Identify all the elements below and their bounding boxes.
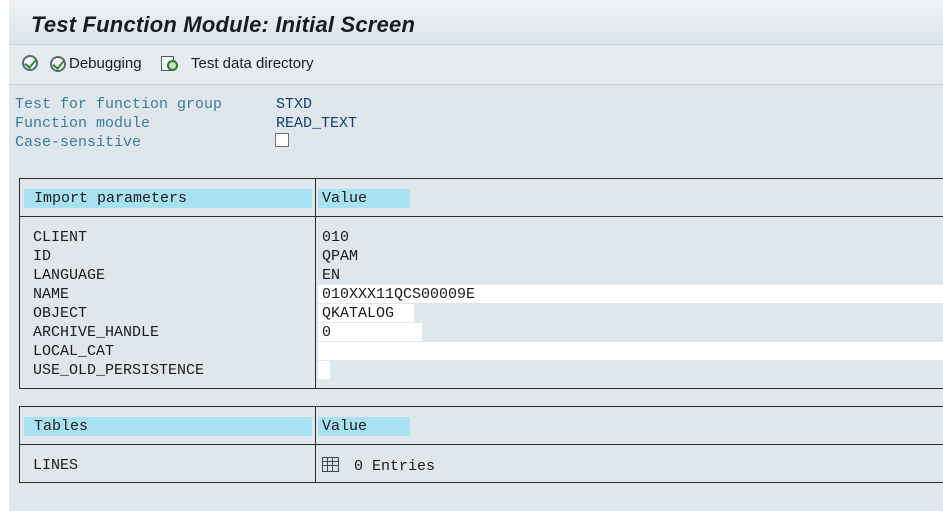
param-value-archive-handle: 0 [322, 324, 332, 341]
param-input-use-old-persistence[interactable] [318, 361, 330, 379]
param-name-local-cat: LOCAL_CAT [33, 343, 115, 360]
table-value-lines[interactable]: 0 Entries [322, 457, 435, 475]
main-content: Test for function group STXD Function mo… [9, 85, 943, 511]
application-toolbar: Debugging Test data directory [9, 45, 943, 85]
param-value-client: 010 [322, 229, 350, 246]
left-edge [0, 0, 9, 511]
function-module-label: Function module [15, 115, 151, 132]
table-entries-count: 0 Entries [354, 458, 436, 475]
execute-button[interactable] [22, 55, 38, 71]
param-input-local-cat[interactable] [318, 342, 943, 360]
function-group-value: STXD [276, 96, 313, 113]
import-value-header: Value [318, 189, 410, 208]
test-data-directory-button[interactable]: Test data directory [160, 55, 314, 72]
param-name-name: NAME [33, 286, 70, 303]
import-parameters-header: Import parameters [24, 189, 312, 208]
table-grid-icon [322, 457, 339, 472]
debug-execute-icon [50, 55, 66, 72]
param-value-name: 010XXX11QCS00009E [322, 286, 476, 303]
test-data-directory-icon [160, 55, 178, 72]
param-name-archive-handle: ARCHIVE_HANDLE [33, 324, 160, 341]
param-value-id: QPAM [322, 248, 359, 265]
page-title: Test Function Module: Initial Screen [31, 12, 416, 37]
debugging-button[interactable]: Debugging [50, 55, 142, 72]
debugging-label: Debugging [69, 55, 142, 72]
table-name-lines: LINES [33, 457, 79, 474]
execute-icon [22, 55, 38, 71]
case-sensitive-label: Case-sensitive [15, 134, 142, 151]
title-bar: Test Function Module: Initial Screen [9, 0, 943, 45]
import-parameters-table: Import parameters Value CLIENT 010 ID QP… [19, 178, 943, 389]
case-sensitive-checkbox[interactable] [275, 133, 289, 147]
tables-table: Tables Value LINES 0 Entries [19, 406, 943, 483]
param-value-language: EN [322, 267, 341, 284]
param-input-archive-handle[interactable] [318, 323, 422, 341]
param-name-language: LANGUAGE [33, 267, 106, 284]
param-value-object: QKATALOG [322, 305, 395, 322]
param-name-use-old-persistence: USE_OLD_PERSISTENCE [33, 362, 205, 379]
param-name-object: OBJECT [33, 305, 88, 322]
param-name-id: ID [33, 248, 52, 265]
function-module-value: READ_TEXT [276, 115, 358, 132]
function-group-label: Test for function group [15, 96, 223, 113]
tables-value-header: Value [318, 417, 410, 436]
tables-header: Tables [24, 417, 312, 436]
param-name-client: CLIENT [33, 229, 88, 246]
test-data-directory-label: Test data directory [191, 55, 314, 72]
